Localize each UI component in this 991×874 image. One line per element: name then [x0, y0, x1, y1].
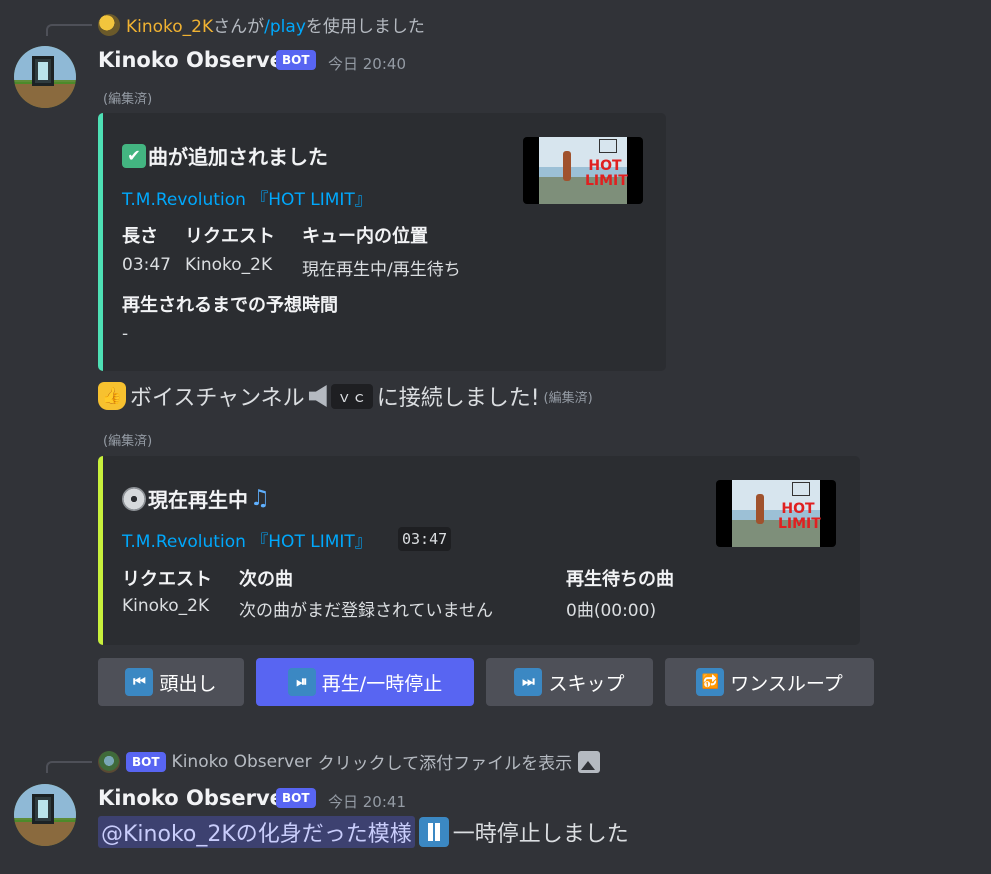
skip-button[interactable]: ⏭ スキップ — [486, 658, 653, 706]
field-request-name: リクエスト — [185, 226, 275, 247]
embed-accent-bar — [98, 113, 103, 371]
skip-label: スキップ — [548, 672, 625, 695]
embed-title: 現在再生中 ♫ — [122, 484, 270, 513]
edited-label: (編集済) — [103, 434, 153, 449]
avatar[interactable] — [14, 784, 76, 846]
paused-text: 一時停止しました — [452, 822, 629, 847]
reply-spine — [46, 24, 92, 36]
image-icon — [578, 750, 601, 773]
embed-accent-bar — [98, 456, 103, 645]
rewind-button[interactable]: ⏮ 頭出し — [98, 658, 244, 706]
edited-label: (編集済) — [543, 390, 593, 406]
timestamp[interactable]: 今日 20:40 — [328, 53, 406, 74]
timestamp[interactable]: 今日 20:41 — [328, 791, 406, 812]
repeat-once-button[interactable]: 🔂 ワンスループ — [665, 658, 874, 706]
field-queue-value: 0曲(00:00) — [566, 601, 657, 621]
field-request-name: リクエスト — [122, 569, 212, 590]
bot-tag: BOT — [276, 788, 316, 808]
reply-username[interactable]: Kinoko_2K — [126, 17, 213, 37]
field-next-song-name: 次の曲 — [239, 569, 293, 590]
music-note-icon: ♫ — [250, 486, 270, 511]
bot-tag: BOT — [276, 50, 316, 70]
reply-reference[interactable]: Kinoko_2Kさんが/playを使用しました — [98, 12, 425, 37]
avatar[interactable] — [14, 46, 76, 108]
edited-label: (編集済) — [103, 92, 153, 107]
thumbs-up-icon: 👍 — [98, 382, 126, 410]
reply-avatar — [98, 750, 120, 773]
song-thumbnail[interactable]: HOT LIMIT — [523, 137, 643, 204]
play-pause-label: 再生/一時停止 — [321, 672, 443, 695]
reply-suffix-text: を使用しました — [305, 17, 425, 37]
embed-title: ✔ 曲が追加されました — [122, 141, 328, 170]
channel-chip[interactable]: ｖｃ — [330, 383, 373, 409]
paused-message: @Kinoko_2Kの化身だった模様 一時停止しました — [98, 816, 629, 848]
reply-bot-tag: BOT — [126, 751, 166, 772]
disc-icon — [122, 486, 146, 511]
play-pause-button[interactable]: ⏯ 再生/一時停止 — [256, 658, 474, 706]
field-next-song-value: 次の曲がまだ登録されていません — [239, 601, 493, 621]
song-thumbnail[interactable]: HOT LIMIT — [716, 480, 836, 547]
duration-chip: 03:47 — [398, 527, 452, 551]
reply-username[interactable]: Kinoko Observer — [172, 752, 312, 772]
reply-command[interactable]: /play — [264, 17, 306, 37]
song-link[interactable]: T.M.Revolution 『HOT LIMIT』 — [122, 185, 372, 210]
reply-reference[interactable]: BOT Kinoko Observer クリックして添付ファイルを表示 — [98, 749, 601, 774]
embed-title-text: 曲が追加されました — [148, 145, 328, 169]
field-eta-name: 再生されるまでの予想時間 — [122, 295, 338, 316]
rewind-label: 頭出し — [159, 672, 217, 695]
reply-spine — [46, 761, 92, 773]
field-request-value: Kinoko_2K — [185, 255, 273, 275]
play-pause-icon: ⏯ — [287, 668, 316, 696]
reply-middle-text: さんが — [213, 17, 265, 37]
field-eta-value: - — [122, 324, 129, 344]
username[interactable]: Kinoko Observer — [98, 786, 294, 810]
reply-attachment-text[interactable]: クリックして添付ファイルを表示 — [318, 749, 573, 774]
field-queue-position-name: キュー内の位置 — [302, 226, 428, 247]
thumbnail-text: HOT LIMIT — [778, 501, 821, 532]
field-request-value: Kinoko_2K — [122, 596, 210, 616]
embed-title-text: 現在再生中 — [148, 488, 248, 512]
connected-text: に接続しました! — [376, 386, 540, 411]
voice-connected-message: 👍 ボイスチャンネル ｖｃ に接続しました! (編集済) — [98, 380, 593, 412]
field-queue-position-value: 現在再生中/再生待ち — [302, 260, 461, 280]
check-icon: ✔ — [122, 143, 146, 168]
repeat-one-icon: 🔂 — [696, 668, 725, 696]
next-track-icon: ⏭ — [514, 668, 543, 696]
song-link[interactable]: T.M.Revolution 『HOT LIMIT』 — [122, 527, 372, 552]
now-playing-embed: 現在再生中 ♫ T.M.Revolution 『HOT LIMIT』 03:47… — [98, 456, 860, 645]
repeat-once-label: ワンスループ — [730, 672, 843, 695]
previous-track-icon: ⏮ — [125, 668, 154, 696]
field-queue-name: 再生待ちの曲 — [566, 569, 674, 590]
speaker-icon — [308, 385, 327, 407]
role-mention[interactable]: @Kinoko_2Kの化身だった模様 — [98, 816, 415, 848]
thumbnail-text: HOT LIMIT — [585, 158, 628, 189]
field-length-name: 長さ — [122, 226, 158, 247]
pause-icon — [418, 817, 449, 847]
field-length-value: 03:47 — [122, 255, 171, 275]
song-added-embed: ✔ 曲が追加されました T.M.Revolution 『HOT LIMIT』 長… — [98, 113, 666, 371]
voice-channel-text: ボイスチャンネル — [130, 386, 305, 411]
reply-avatar — [98, 13, 120, 36]
username[interactable]: Kinoko Observer — [98, 48, 294, 72]
